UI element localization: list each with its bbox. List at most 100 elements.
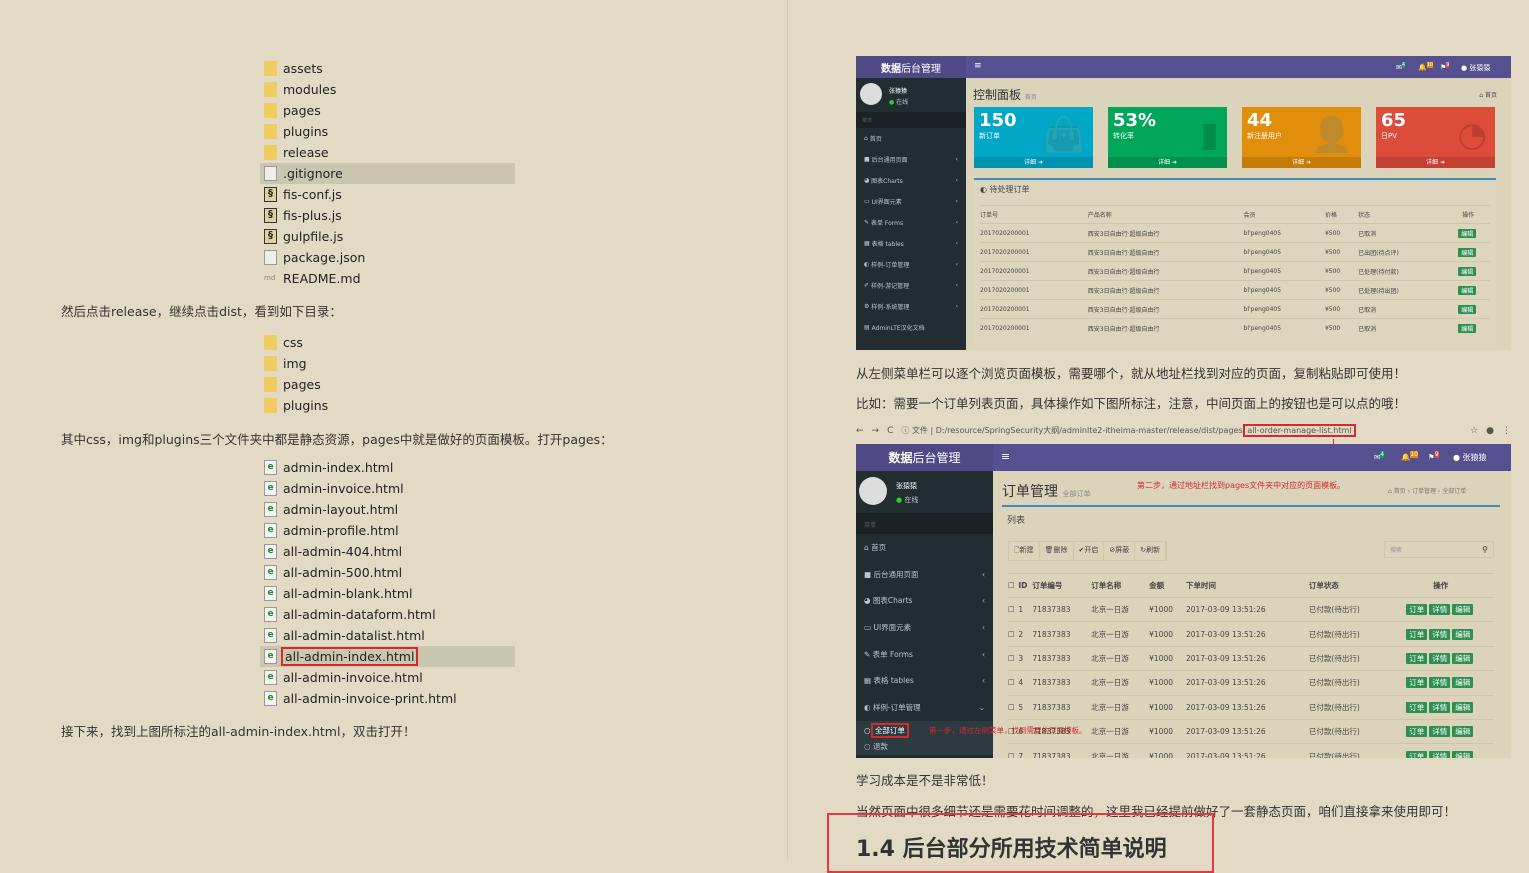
action-button[interactable]: 详情: [1429, 726, 1451, 738]
file-item[interactable]: md README.md: [260, 268, 515, 289]
sidebar-item[interactable]: ▦ 表格 tables ‹: [856, 667, 993, 694]
action-button[interactable]: 订单: [1406, 701, 1428, 713]
file-item[interactable]: pages: [260, 100, 515, 121]
action-button[interactable]: 详情: [1429, 677, 1451, 689]
row-checkbox[interactable]: ☐: [1008, 694, 1019, 720]
file-item[interactable]: § gulpfile.js: [260, 226, 515, 247]
row-checkbox[interactable]: ☐: [1008, 596, 1019, 622]
breadcrumb-home[interactable]: 首页: [1485, 92, 1497, 99]
search-icon[interactable]: ⚲: [1482, 545, 1488, 554]
action-button[interactable]: 编辑: [1452, 677, 1474, 689]
action-button[interactable]: 订单: [1406, 628, 1428, 640]
action-button[interactable]: 编辑: [1452, 701, 1474, 713]
file-item[interactable]: e all-admin-index.html: [260, 646, 515, 667]
menu-toggle-icon[interactable]: ≡: [974, 61, 982, 71]
sidebar-item[interactable]: ■ 后台通用页面 ‹: [856, 149, 966, 170]
row-checkbox[interactable]: ☐: [1008, 743, 1019, 758]
action-button[interactable]: 编辑: [1452, 628, 1474, 640]
file-item[interactable]: e all-admin-404.html: [260, 541, 515, 562]
file-item[interactable]: e all-admin-invoice.html: [260, 667, 515, 688]
column-header[interactable]: 订单状态: [1308, 573, 1388, 598]
sidebar-item[interactable]: ⌂ 首页: [856, 534, 993, 561]
file-item[interactable]: e all-admin-invoice-print.html: [260, 688, 515, 709]
action-button[interactable]: 详情: [1429, 701, 1451, 713]
file-item[interactable]: e admin-layout.html: [260, 499, 515, 520]
file-item[interactable]: e all-admin-dataform.html: [260, 604, 515, 625]
file-item[interactable]: plugins: [260, 121, 515, 142]
file-item[interactable]: e admin-invoice.html: [260, 478, 515, 499]
column-header[interactable]: 操作: [1387, 573, 1494, 598]
file-item[interactable]: e all-admin-500.html: [260, 562, 515, 583]
sidebar-item[interactable]: ▦ 表格 tables ‹: [856, 233, 966, 254]
sidebar-item[interactable]: ◐ 样例-订单管理 ⌄: [856, 694, 993, 721]
user-menu[interactable]: ● 张猿猿: [1461, 63, 1490, 73]
breadcrumb[interactable]: ⌂ 首页: [1479, 90, 1497, 99]
action-button[interactable]: 订单: [1406, 652, 1428, 664]
row-checkbox[interactable]: ☐: [1008, 718, 1019, 744]
sidebar-item[interactable]: ▭ UI界面元素 ‹: [856, 191, 966, 212]
action-button[interactable]: 详情: [1429, 750, 1451, 758]
edit-button[interactable]: 编辑: [1458, 304, 1477, 314]
row-checkbox[interactable]: ☐: [1008, 645, 1019, 671]
star-icon[interactable]: ☆: [1470, 426, 1478, 436]
file-item[interactable]: img: [260, 353, 515, 374]
breadcrumb-orders[interactable]: 订单管理: [1412, 488, 1436, 495]
action-button[interactable]: 编辑: [1452, 652, 1474, 664]
more-info-link[interactable]: 详细 ➜: [974, 157, 1093, 168]
file-item[interactable]: assets: [260, 58, 515, 79]
mail-icon[interactable]: ✉4: [1374, 451, 1385, 462]
sidebar-item[interactable]: ■ 后台通用页面 ‹: [856, 561, 993, 588]
file-item[interactable]: e admin-index.html: [260, 457, 515, 478]
action-button[interactable]: 编辑: [1452, 726, 1474, 738]
submenu-item-refund[interactable]: ○ 退款: [856, 739, 993, 755]
action-button[interactable]: 订单: [1406, 604, 1428, 616]
address-bar[interactable]: ⓘ 文件 | D:/resource/SpringSecurity大纲/admi…: [901, 424, 1356, 437]
toolbar-button[interactable]: 🗑删除: [1040, 542, 1074, 560]
bell-icon[interactable]: 🔔10: [1418, 62, 1434, 71]
forward-icon[interactable]: →: [872, 426, 880, 436]
file-item[interactable]: css: [260, 332, 515, 353]
column-header[interactable]: 金额: [1149, 573, 1186, 598]
file-item[interactable]: § fis-conf.js: [260, 184, 515, 205]
action-button[interactable]: 订单: [1406, 750, 1428, 758]
action-button[interactable]: 编辑: [1452, 750, 1474, 758]
column-header[interactable]: 下单时间: [1185, 573, 1309, 598]
sidebar-item[interactable]: ▭ UI界面元素 ‹: [856, 614, 993, 641]
action-button[interactable]: 详情: [1429, 652, 1451, 664]
bell-icon[interactable]: 🔔10: [1401, 451, 1418, 462]
file-item[interactable]: plugins: [260, 395, 515, 416]
flag-icon[interactable]: ⚑9: [1440, 62, 1450, 71]
toolbar-button[interactable]: ✔开启: [1074, 542, 1105, 560]
sidebar-item[interactable]: ⚙ 样例-系统管理 ‹: [856, 296, 966, 317]
user-menu[interactable]: ● 张猿猿: [1453, 452, 1487, 463]
more-icon[interactable]: ⋮: [1502, 426, 1511, 436]
action-button[interactable]: 详情: [1429, 628, 1451, 640]
file-item[interactable]: e admin-profile.html: [260, 520, 515, 541]
column-header[interactable]: 订单名称: [1091, 573, 1150, 598]
file-item[interactable]: release: [260, 142, 515, 163]
reload-icon[interactable]: C: [887, 426, 893, 436]
edit-button[interactable]: 编辑: [1458, 323, 1477, 333]
profile-icon[interactable]: ●: [1486, 426, 1494, 436]
file-item[interactable]: e all-admin-blank.html: [260, 583, 515, 604]
sidebar-item[interactable]: ◐ 样例-订单管理 ‹: [856, 254, 966, 275]
file-item[interactable]: pages: [260, 374, 515, 395]
file-item[interactable]: § fis-plus.js: [260, 205, 515, 226]
row-checkbox[interactable]: ☐: [1008, 621, 1019, 647]
menu-toggle-icon[interactable]: ≡: [1001, 450, 1010, 463]
sidebar-item[interactable]: ⌂ 首页: [856, 128, 966, 149]
edit-button[interactable]: 编辑: [1458, 247, 1477, 257]
mail-icon[interactable]: ✉4: [1396, 62, 1406, 71]
select-all-checkbox[interactable]: ☐: [1008, 573, 1019, 598]
column-header[interactable]: 订单编号: [1032, 573, 1092, 598]
toolbar-button[interactable]: ⊘屏蔽: [1104, 542, 1136, 560]
action-button[interactable]: 编辑: [1452, 604, 1474, 616]
file-item[interactable]: package.json: [260, 247, 515, 268]
search-input[interactable]: 搜索 ⚲: [1384, 541, 1494, 558]
toolbar-button[interactable]: ↻刷新: [1135, 542, 1167, 560]
row-checkbox[interactable]: ☐: [1008, 670, 1019, 696]
sidebar-item[interactable]: ▤ AdminLTE汉化文档: [856, 317, 966, 338]
more-info-link[interactable]: 详细 ➜: [1376, 157, 1495, 168]
column-header[interactable]: ID: [1018, 573, 1033, 598]
file-item[interactable]: e all-admin-datalist.html: [260, 625, 515, 646]
